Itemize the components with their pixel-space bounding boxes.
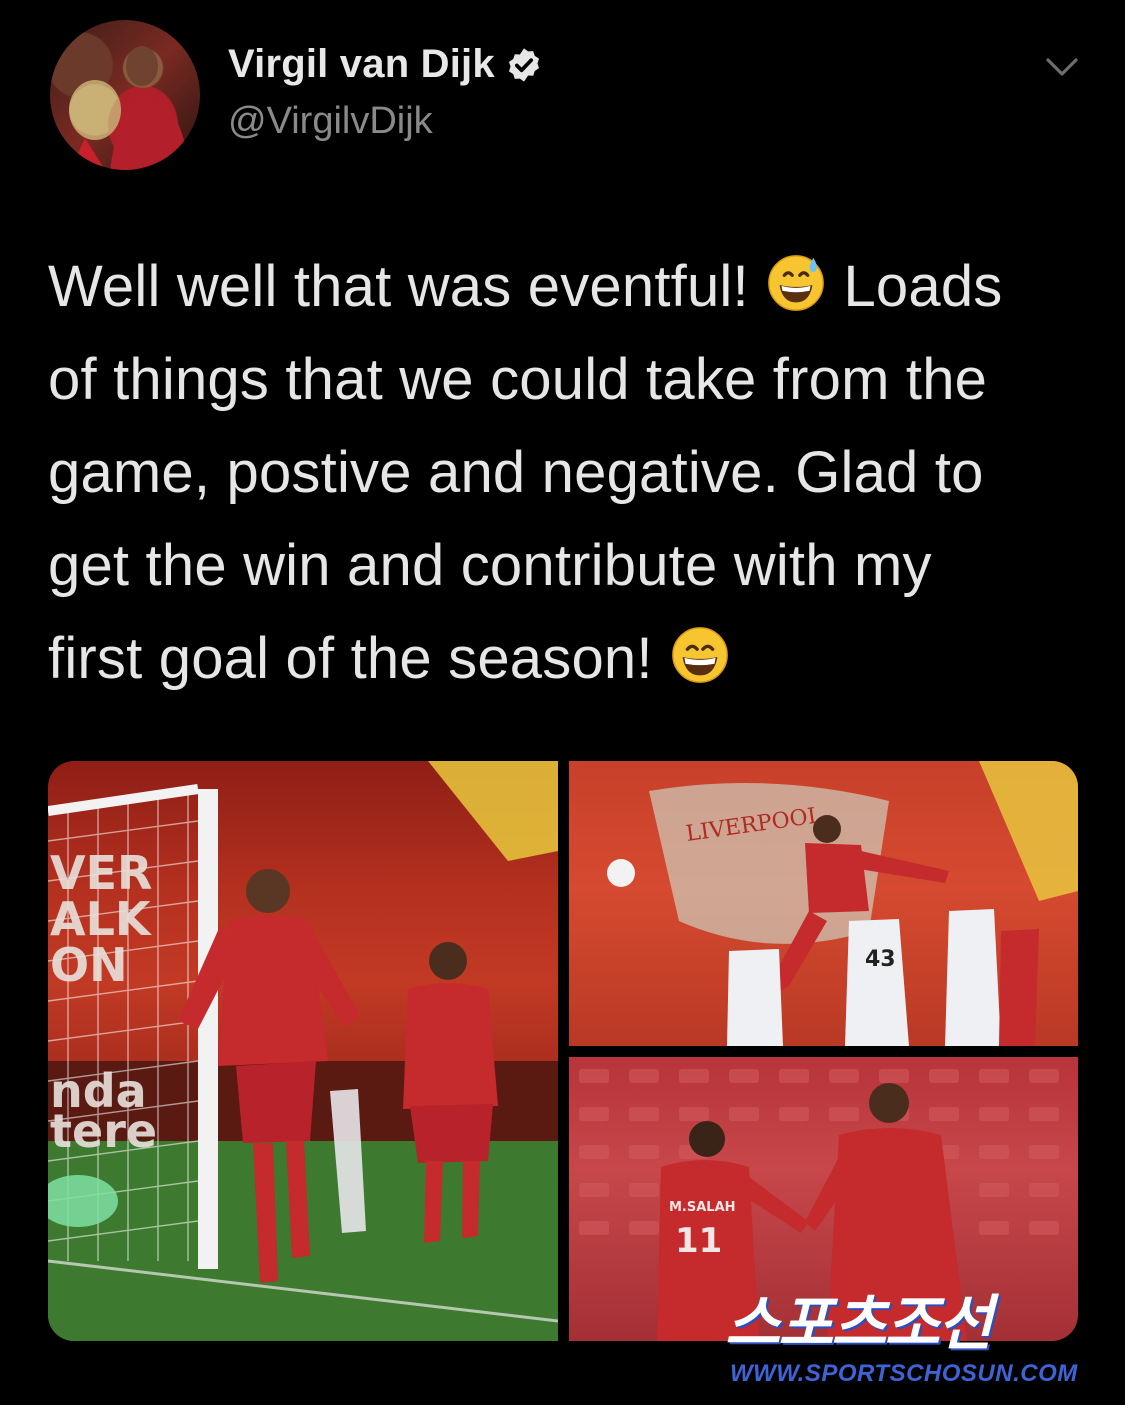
chevron-down-icon[interactable] <box>1042 52 1082 82</box>
tweet-text-line1-end: Loads <box>827 254 1003 319</box>
author-name-row: Virgil van Dijk <box>228 42 543 87</box>
grinning-face-with-sweat-emoji <box>768 255 825 311</box>
verified-badge-icon <box>508 47 539 82</box>
author-display-name[interactable]: Virgil van Dijk <box>228 42 495 87</box>
svg-text:ON: ON <box>50 938 128 992</box>
jersey-name-salah: M.SALAH <box>669 1200 736 1215</box>
avatar-image <box>69 46 190 170</box>
watermark-logo: 스포츠조선 <box>725 1289 993 1359</box>
header-goal-photo[interactable]: LIVERPOOL 43 <box>569 761 1078 1046</box>
header-goal-photo-image: LIVERPOOL 43 <box>607 761 1078 1046</box>
tweet-text-line1-start: Well well that was eventful! <box>48 254 766 319</box>
tweet-text: Well well that was eventful! Loads of th… <box>48 240 1088 705</box>
celebration-photo-image: VER ALK ON nda tere <box>48 761 558 1341</box>
tweet-text-line5: first goal of the season! <box>48 626 669 691</box>
jersey-number-11: 11 <box>675 1221 722 1261</box>
tweet-media-grid: VER ALK ON nda tere LIVERPOOL 43 M.SALAH… <box>48 761 1078 1341</box>
watermark-url: WWW.SPORTSCHOSUN.COM <box>730 1360 1078 1387</box>
tweet-text-line4: get the win and contribute with my <box>48 533 932 598</box>
jersey-number-43: 43 <box>865 947 896 972</box>
grinning-face-with-smiling-eyes-emoji <box>672 627 728 683</box>
profile-avatar[interactable] <box>50 20 200 170</box>
tweet-text-line3: game, postive and negative. Glad to <box>48 440 984 505</box>
author-handle[interactable]: @VirgilvDijk <box>228 100 433 143</box>
svg-text:tere: tere <box>50 1104 157 1158</box>
tweet-text-line2: of things that we could take from the <box>48 347 988 412</box>
celebration-photo[interactable]: VER ALK ON nda tere <box>48 761 558 1341</box>
